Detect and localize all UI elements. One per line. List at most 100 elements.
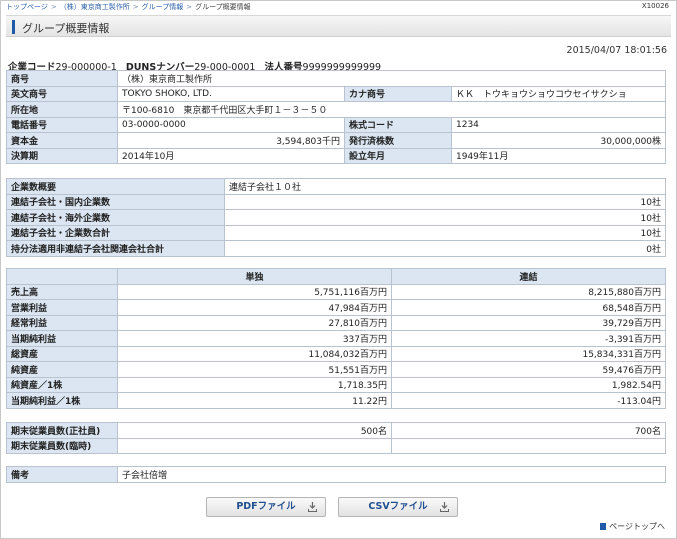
employees-table: 期末従業員数(正社員) 500名 700名 期末従業員数(臨時) bbox=[6, 422, 666, 454]
breadcrumb: トップページ > （株）東京商工製作所 > グループ情報 > グループ概要情報 X10026 bbox=[6, 2, 671, 14]
kana-name-value: ＫＫ トウキョウショウコウセイサクショ bbox=[450, 85, 667, 102]
employees-single-value bbox=[117, 437, 392, 454]
group-row-label: 連結子会社・企業数合計 bbox=[6, 224, 225, 241]
timestamp: 2015/04/07 18:01:56 bbox=[566, 45, 667, 56]
table-row: 期末従業員数(臨時) bbox=[6, 437, 666, 454]
financial-label: 営業利益 bbox=[6, 299, 118, 316]
page-top-icon bbox=[600, 523, 607, 530]
address-value: 〒100-6810 東京都千代田区大手町１－３－５０ bbox=[116, 101, 667, 118]
kana-name-label: カナ商号 bbox=[344, 85, 452, 102]
breadcrumb-link-top[interactable]: トップページ bbox=[6, 3, 48, 11]
single-value: 47,984百万円 bbox=[117, 299, 392, 316]
established-value: 1949年11月 bbox=[450, 147, 667, 164]
overview-value: 連結子会社１０社 bbox=[224, 178, 666, 195]
group-row-value: 10社 bbox=[224, 193, 666, 210]
table-row: 営業利益 47,984百万円 68,548百万円 bbox=[6, 299, 666, 316]
breadcrumb-separator-icon: > bbox=[132, 3, 139, 11]
fiscal-period-label: 決算期 bbox=[6, 147, 118, 164]
breadcrumb-current: グループ概要情報 bbox=[195, 3, 251, 11]
stock-code-label: 株式コード bbox=[344, 116, 452, 133]
column-header-single: 単独 bbox=[117, 268, 392, 285]
breadcrumb-separator-icon: > bbox=[50, 3, 57, 11]
financials-corner bbox=[6, 268, 118, 285]
table-row: 純資産／1株 1,718.35円 1,982.54円 bbox=[6, 376, 666, 393]
group-row-label: 連結子会社・国内企業数 bbox=[6, 193, 225, 210]
financials-table: 単独 連結 売上高 5,751,116百万円 8,215,880百万円 営業利益 47… bbox=[6, 268, 666, 409]
single-value: 51,551百万円 bbox=[117, 361, 392, 378]
employees-consolidated-value: 700名 bbox=[391, 422, 666, 439]
group-row-label: 連結子会社・海外企業数 bbox=[6, 209, 225, 226]
page-id: X10026 bbox=[641, 2, 669, 10]
group-count-table: 企業数概要 連結子会社１０社 連結子会社・国内企業数 10社 連結子会社・海外企… bbox=[6, 178, 666, 257]
table-row: 経常利益 27,810百万円 39,729百万円 bbox=[6, 314, 666, 331]
employees-label: 期末従業員数(正社員) bbox=[6, 422, 118, 439]
download-icon bbox=[440, 502, 449, 512]
consolidated-value: -3,391百万円 bbox=[391, 330, 666, 347]
table-row: 連結子会社・企業数合計 10社 bbox=[6, 224, 666, 241]
page-top-label: ページトップへ bbox=[609, 522, 665, 531]
breadcrumb-link-company[interactable]: （株）東京商工製作所 bbox=[60, 3, 130, 11]
consolidated-value: 39,729百万円 bbox=[391, 314, 666, 331]
download-icon bbox=[308, 502, 317, 512]
single-value: 27,810百万円 bbox=[117, 314, 392, 331]
financial-label: 総資産 bbox=[6, 345, 118, 362]
breadcrumb-separator-icon: > bbox=[186, 3, 193, 11]
consolidated-value: 59,476百万円 bbox=[391, 361, 666, 378]
table-row: 期末従業員数(正社員) 500名 700名 bbox=[6, 422, 666, 439]
header-accent-bar bbox=[12, 20, 15, 34]
page-title: グループ概要情報 bbox=[22, 22, 110, 35]
pdf-download-button[interactable]: PDFファイル bbox=[206, 497, 326, 517]
table-row: 連結子会社・国内企業数 10社 bbox=[6, 193, 666, 210]
group-row-value: 0社 bbox=[224, 240, 666, 257]
name-value: （株）東京商工製作所 bbox=[116, 70, 667, 87]
en-name-label: 英文商号 bbox=[6, 85, 118, 102]
employees-label: 期末従業員数(臨時) bbox=[6, 437, 118, 454]
breadcrumb-link-group[interactable]: グループ情報 bbox=[142, 3, 184, 11]
consolidated-value: 1,982.54円 bbox=[391, 376, 666, 393]
single-value: 5,751,116百万円 bbox=[117, 283, 392, 300]
table-row: 連結子会社・海外企業数 10社 bbox=[6, 209, 666, 226]
financial-label: 当期純利益／1株 bbox=[6, 392, 118, 409]
pdf-button-label: PDFファイル bbox=[236, 501, 296, 512]
group-row-value: 10社 bbox=[224, 224, 666, 241]
page-header: グループ概要情報 bbox=[6, 15, 671, 37]
fiscal-period-value: 2014年10月 bbox=[117, 147, 345, 164]
single-value: 1,718.35円 bbox=[117, 376, 392, 393]
table-row: 持分法適用非連結子会社関連会社合計 0社 bbox=[6, 240, 666, 257]
shares-value: 30,000,000株 bbox=[450, 132, 667, 149]
single-value: 337百万円 bbox=[117, 330, 392, 347]
financial-label: 当期純利益 bbox=[6, 330, 118, 347]
capital-label: 資本金 bbox=[6, 132, 118, 149]
shares-label: 発行済株数 bbox=[344, 132, 452, 149]
remarks-table: 備考 子会社倍増 bbox=[6, 466, 666, 483]
stock-code-value: 1234 bbox=[450, 116, 667, 133]
table-row: 純資産 51,551百万円 59,476百万円 bbox=[6, 361, 666, 378]
single-value: 11.22円 bbox=[117, 392, 392, 409]
csv-download-button[interactable]: CSVファイル bbox=[338, 497, 458, 517]
address-label: 所在地 bbox=[6, 101, 118, 118]
established-label: 設立年月 bbox=[344, 147, 452, 164]
financial-label: 売上高 bbox=[6, 283, 118, 300]
page-top-link[interactable]: ページトップへ bbox=[600, 521, 665, 532]
company-info-table: 商号 （株）東京商工製作所 英文商号 TOKYO SHOKO, LTD. カナ商… bbox=[6, 70, 667, 164]
group-row-value: 10社 bbox=[224, 209, 666, 226]
table-row: 総資産 11,084,032百万円 15,834,331百万円 bbox=[6, 345, 666, 362]
consolidated-value: 68,548百万円 bbox=[391, 299, 666, 316]
consolidated-value: 15,834,331百万円 bbox=[391, 345, 666, 362]
table-row: 売上高 5,751,116百万円 8,215,880百万円 bbox=[6, 283, 666, 300]
en-name-value: TOKYO SHOKO, LTD. bbox=[117, 85, 345, 102]
financial-label: 純資産 bbox=[6, 361, 118, 378]
consolidated-value: -113.04円 bbox=[391, 392, 666, 409]
group-row-label: 持分法適用非連結子会社関連会社合計 bbox=[6, 240, 225, 257]
column-header-consolidated: 連結 bbox=[391, 268, 666, 285]
remarks-label: 備考 bbox=[6, 466, 118, 483]
single-value: 11,084,032百万円 bbox=[117, 345, 392, 362]
employees-consolidated-value bbox=[391, 437, 666, 454]
consolidated-value: 8,215,880百万円 bbox=[391, 283, 666, 300]
overview-label: 企業数概要 bbox=[6, 178, 225, 195]
csv-button-label: CSVファイル bbox=[368, 501, 428, 512]
name-label: 商号 bbox=[6, 70, 118, 87]
remarks-value: 子会社倍増 bbox=[117, 466, 666, 483]
tel-label: 電話番号 bbox=[6, 116, 118, 133]
table-row: 当期純利益 337百万円 -3,391百万円 bbox=[6, 330, 666, 347]
